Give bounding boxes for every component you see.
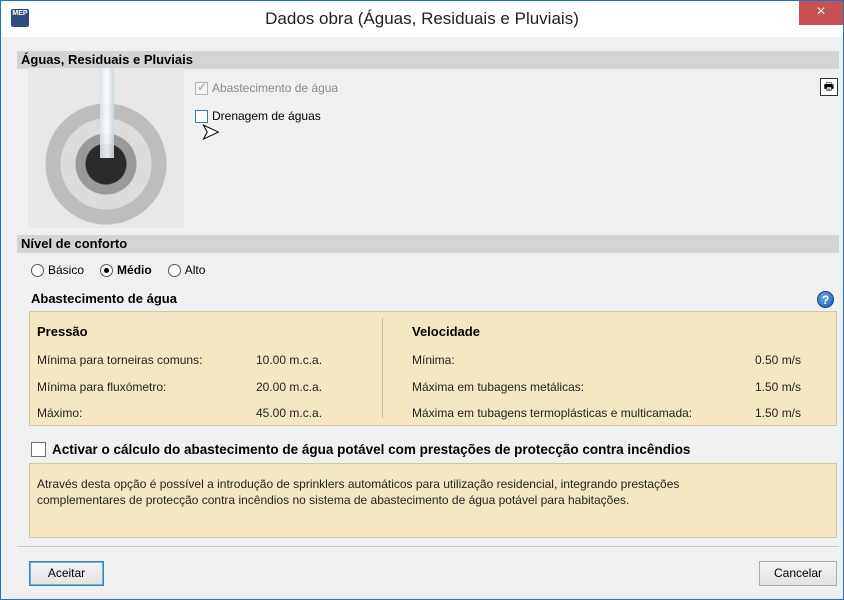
fire-description-line: complementares de protecção contra incên… — [37, 493, 630, 507]
velocity-row-label: Máxima em tubagens metálicas: — [412, 380, 585, 394]
pressure-row-value: 10.00 m.c.a. — [256, 353, 323, 367]
help-icon[interactable]: ? — [817, 291, 834, 308]
radio-medio-label: Médio — [117, 263, 152, 277]
radio-medio[interactable]: Médio — [100, 263, 152, 277]
radio-alto[interactable]: Alto — [167, 263, 206, 277]
section-header-waters: Águas, Residuais e Pluviais — [17, 51, 839, 69]
velocity-heading: Velocidade — [412, 324, 480, 339]
window-title: Dados obra (Águas, Residuais e Pluviais) — [265, 9, 579, 28]
cancel-button[interactable]: Cancelar — [759, 561, 837, 586]
comfort-radio-group: Básico Médio Alto — [31, 263, 205, 277]
pressure-row-label: Mínima para torneiras comuns: — [37, 353, 203, 367]
drain-photo — [28, 68, 184, 228]
pressure-row-value: 20.00 m.c.a. — [256, 380, 323, 394]
velocity-row-value: 1.50 m/s — [755, 380, 802, 394]
supply-checkbox[interactable] — [195, 80, 208, 95]
pressure-row-label: Máximo: — [37, 406, 83, 420]
radio-basico-label: Básico — [48, 263, 85, 277]
velocity-row-label: Máxima em tubagens termoplásticas e mult… — [412, 406, 693, 420]
close-button[interactable]: × — [799, 1, 843, 25]
radio-medio-circle[interactable] — [100, 263, 114, 277]
supply-section-title: Abastecimento de água — [31, 291, 177, 306]
radio-basico[interactable]: Básico — [31, 263, 84, 277]
mouse-cursor-icon: ➤ — [200, 119, 220, 145]
radio-alto-circle[interactable] — [167, 263, 181, 277]
section-header-comfort: Nível de conforto — [17, 235, 839, 253]
velocity-row-value: 0.50 m/s — [755, 353, 802, 367]
radio-alto-label: Alto — [184, 263, 206, 277]
supply-checkbox-label: Abastecimento de água — [212, 81, 339, 95]
printer-icon[interactable]: 🖶 — [820, 78, 838, 96]
title-bar: MEP Dados obra (Águas, Residuais e Pluvi… — [1, 1, 843, 37]
pressure-row-label: Mínima para fluxómetro: — [37, 380, 167, 394]
fire-description-line: Através desta opção é possível a introdu… — [37, 477, 680, 491]
supply-parameters-panel: Pressão Mínima para torneiras comuns: 10… — [29, 311, 837, 426]
fire-protection-row: Activar o cálculo do abastecimento de ág… — [31, 442, 690, 457]
radio-basico-circle[interactable] — [31, 263, 44, 277]
fire-description-panel: Através desta opção é possível a introdu… — [29, 463, 837, 538]
pressure-row-value: 45.00 m.c.a. — [256, 406, 323, 420]
supply-checkbox-row: Abastecimento de água — [195, 80, 339, 95]
column-divider — [382, 318, 383, 418]
fire-protection-label[interactable]: Activar o cálculo do abastecimento de ág… — [52, 442, 690, 457]
velocity-row-label: Mínima: — [412, 353, 455, 367]
footer-divider — [17, 546, 839, 547]
drain-checkbox-label[interactable]: Drenagem de águas — [212, 109, 321, 123]
water-stream-image — [100, 68, 114, 158]
dialog-window: MEP Dados obra (Águas, Residuais e Pluvi… — [0, 0, 844, 600]
fire-protection-checkbox[interactable] — [31, 442, 46, 457]
velocity-row-value: 1.50 m/s — [755, 406, 802, 420]
pressure-heading: Pressão — [37, 324, 88, 339]
accept-button[interactable]: Aceitar — [29, 561, 104, 586]
